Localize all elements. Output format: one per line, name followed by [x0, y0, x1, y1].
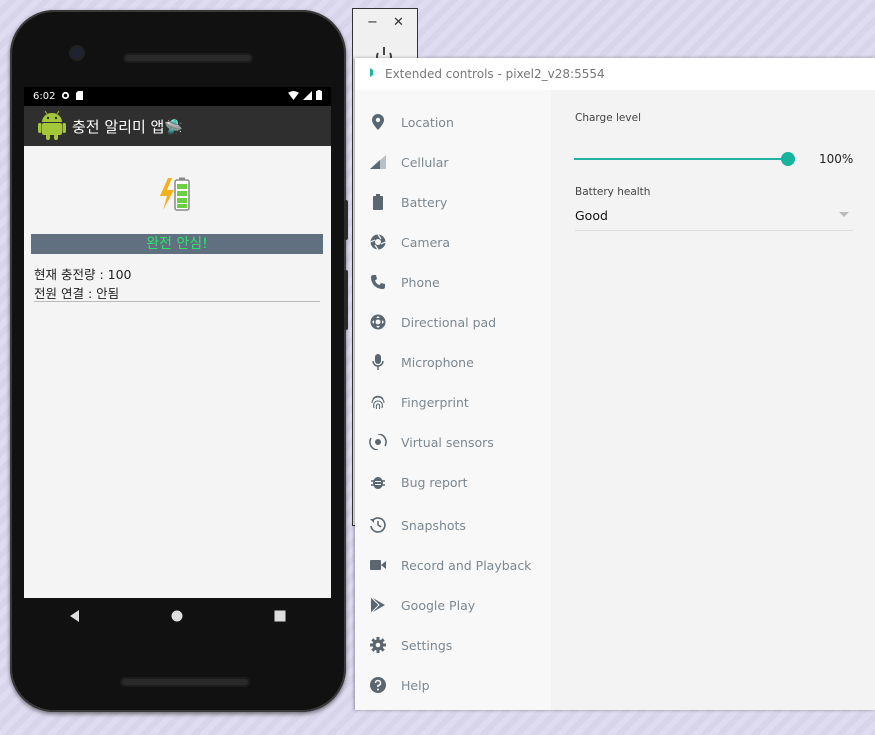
sidebar-item-label: Virtual sensors [401, 434, 494, 450]
sidebar-item-location[interactable]: Location [355, 102, 551, 142]
charge-level-label: Charge level [575, 112, 641, 124]
sidebar-item-label: Fingerprint [401, 394, 469, 410]
sidebar-item-directional-pad[interactable]: Directional pad [355, 302, 551, 342]
app-bar: 충전 알리미 앱🛸 [24, 106, 331, 146]
sensors-icon [355, 434, 401, 450]
help-icon [355, 677, 401, 693]
android-logo-icon [38, 108, 66, 144]
phone-screen: 6:02 충전 알리미 앱🛸 완전 안심! 현재 충전량: 100 전원 연결… [24, 87, 331, 598]
sidebar-item-google-play[interactable]: Google Play [355, 585, 551, 625]
window-title: Extended controls - pixel2_v28:5554 [385, 67, 605, 81]
sidebar-item-label: Battery [401, 194, 448, 210]
select-underline [575, 230, 853, 231]
front-camera [69, 45, 85, 61]
microphone-icon [355, 354, 401, 370]
sidebar-item-label: Directional pad [401, 314, 497, 330]
sidebar-item-snapshots[interactable]: Snapshots [355, 505, 551, 545]
sidebar-item-label: Microphone [401, 354, 474, 370]
home-icon[interactable] [170, 609, 184, 623]
wifi-icon [288, 90, 299, 103]
charge-level-text: 현재 충전량 : 100 [34, 267, 132, 282]
snapshots-icon [355, 517, 401, 533]
record-icon [355, 559, 401, 571]
recents-icon[interactable] [273, 609, 287, 623]
charge-level-value: 100% [819, 152, 854, 166]
battery-health-label: Battery health [575, 186, 651, 198]
sidebar-item-battery[interactable]: Battery [355, 182, 551, 222]
sidebar-item-bug-report[interactable]: Bug report [355, 462, 551, 502]
window-title-bar: Extended controls - pixel2_v28:5554 [355, 58, 875, 90]
close-button[interactable]: ✕ [393, 15, 404, 30]
sidebar-item-virtual-sensors[interactable]: Virtual sensors [355, 422, 551, 462]
app-title: 충전 알리미 앱🛸 [72, 117, 184, 136]
settings-status-icon [61, 91, 70, 103]
dpad-icon [355, 314, 401, 330]
sidebar-item-label: Bug report [401, 474, 468, 490]
emulator-logo-icon [368, 67, 379, 81]
charge-slider-track[interactable] [574, 158, 788, 160]
camera-icon [355, 234, 401, 250]
extended-controls-window: Extended controls - pixel2_v28:5554 Loca… [355, 58, 875, 710]
sidebar-item-help[interactable]: Help [355, 665, 551, 705]
cellular-icon [355, 155, 401, 169]
sidebar-item-cellular[interactable]: Cellular [355, 142, 551, 182]
signal-icon [303, 90, 312, 103]
sidebar-item-label: Google Play [401, 597, 476, 613]
sidebar-item-microphone[interactable]: Microphone [355, 342, 551, 382]
settings-icon [355, 637, 401, 653]
sidebar-item-phone[interactable]: Phone [355, 262, 551, 302]
app-content: 완전 안심! 현재 충전량 : 100 전원 연결 : 안됨 [24, 146, 331, 598]
bottom-speaker [120, 677, 250, 687]
chevron-down-icon[interactable] [839, 212, 849, 217]
location-icon [355, 114, 401, 130]
battery-health-select[interactable]: Good [575, 208, 853, 223]
sidebar-item-label: Help [401, 677, 430, 693]
navigation-bar [24, 598, 331, 634]
fingerprint-icon [355, 394, 401, 410]
battery-status-icon [316, 90, 322, 103]
minimize-button[interactable]: − [367, 15, 378, 30]
divider [34, 301, 320, 302]
sidebar-item-label: Camera [401, 234, 451, 250]
sidebar-item-label: Location [401, 114, 454, 130]
play-icon [355, 597, 401, 613]
status-time: 6:02 [33, 91, 56, 102]
charging-battery-icon [158, 176, 194, 212]
top-speaker [123, 53, 253, 63]
power-connection-text: 전원 연결 : 안됨 [34, 286, 120, 301]
status-banner: 완전 안심! [31, 234, 323, 254]
volume-button[interactable] [344, 270, 348, 330]
back-icon[interactable] [68, 609, 82, 623]
battery-health-value: Good [575, 208, 608, 223]
phone-icon [355, 274, 401, 290]
sidebar-item-record-and-playback[interactable]: Record and Playback [355, 545, 551, 585]
sidebar: Location Cellular Battery Camera Phone Direct… [355, 90, 551, 710]
sdcard-status-icon [76, 90, 84, 103]
power-button[interactable] [344, 200, 348, 240]
battery-icon [355, 194, 401, 210]
sidebar-item-label: Cellular [401, 154, 449, 170]
status-bar: 6:02 [24, 87, 331, 106]
charge-slider-knob[interactable] [781, 152, 795, 166]
sidebar-item-camera[interactable]: Camera [355, 222, 551, 262]
sidebar-item-settings[interactable]: Settings [355, 625, 551, 665]
sidebar-item-label: Phone [401, 274, 440, 290]
sidebar-item-label: Record and Playback [401, 557, 532, 573]
sidebar-item-label: Snapshots [401, 517, 466, 533]
battery-panel: Charge level 100% Battery health Good [551, 90, 875, 710]
sidebar-item-label: Settings [401, 637, 453, 653]
bug-icon [355, 474, 401, 490]
sidebar-item-fingerprint[interactable]: Fingerprint [355, 382, 551, 422]
